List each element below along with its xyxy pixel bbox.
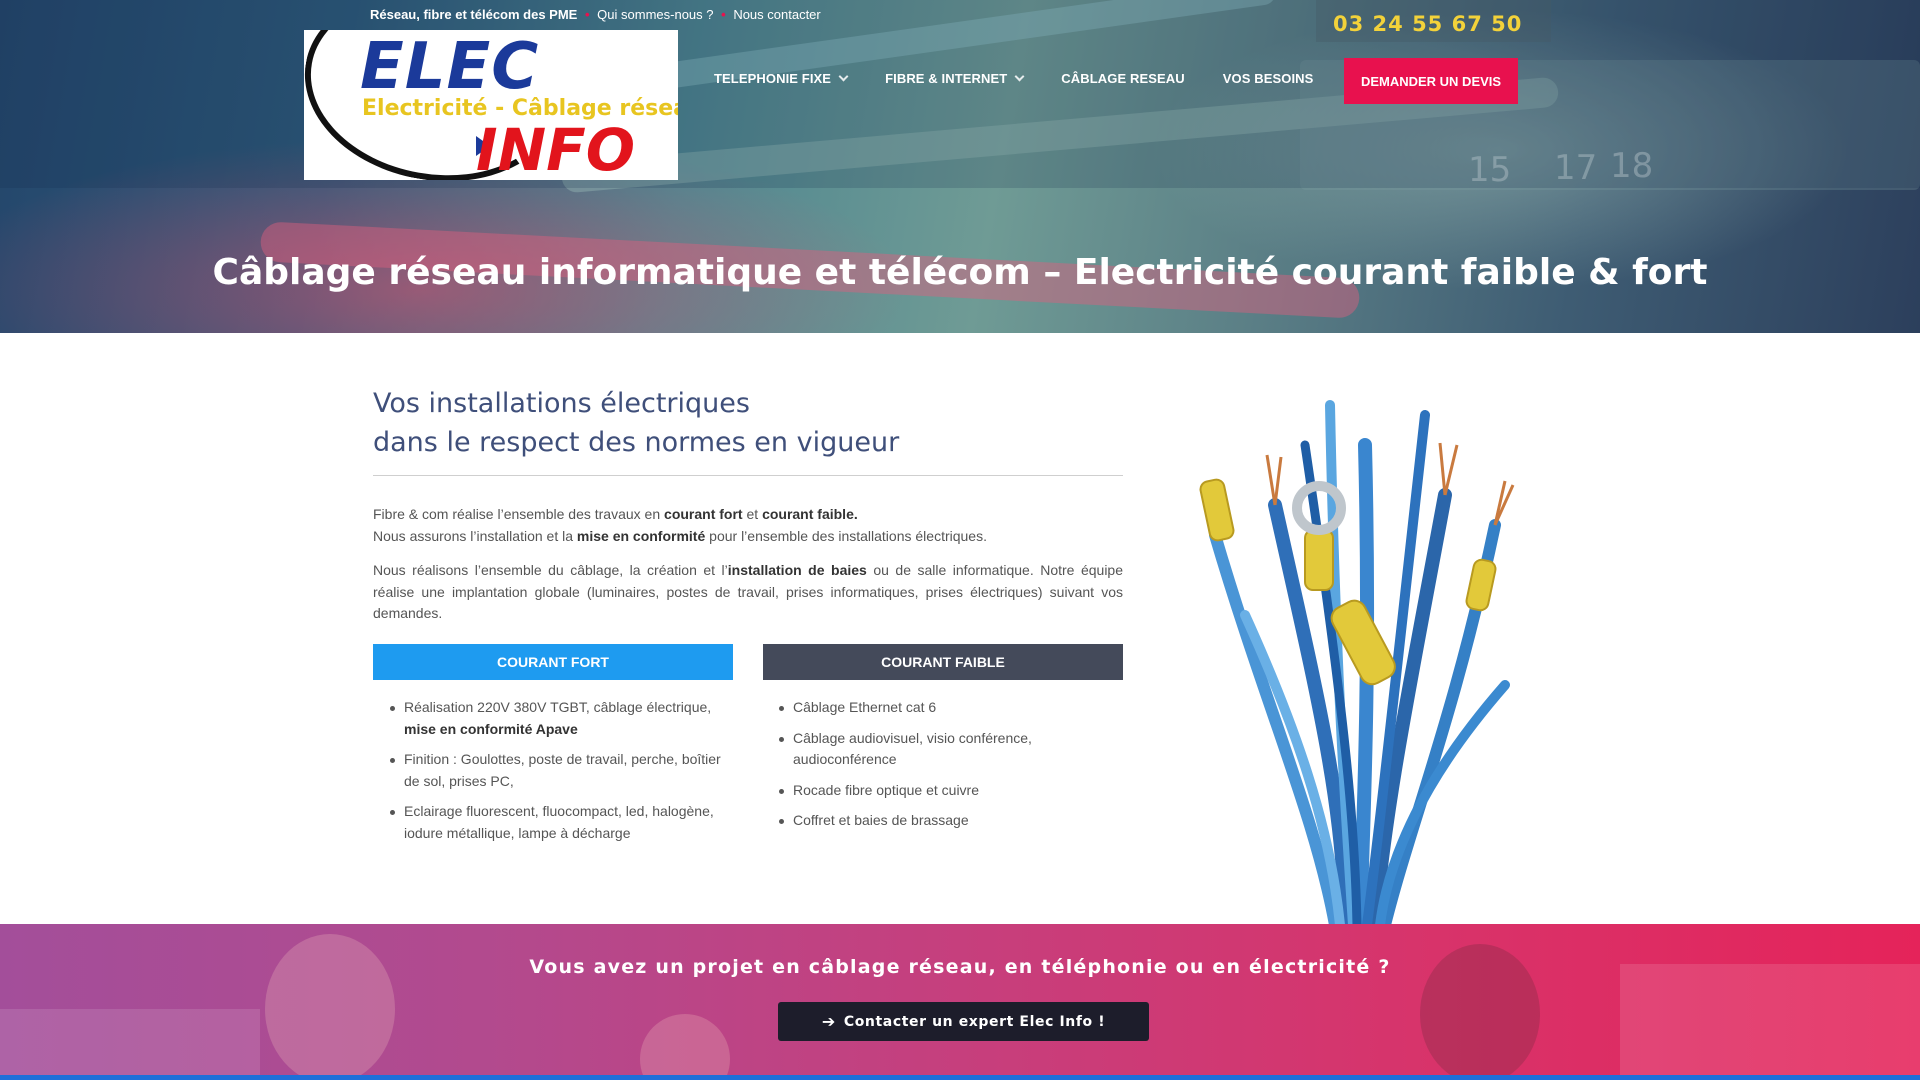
divider <box>373 475 1123 476</box>
intro-paragraph-2: Nous réalisons l’ensemble du câblage, la… <box>373 560 1123 625</box>
courant-faible-heading: COURANT FAIBLE <box>763 644 1123 680</box>
intro-title: Vos installations électriques dans le re… <box>373 384 899 462</box>
nav-item-label: CÂBLAGE RESEAU <box>1061 71 1185 86</box>
site-logo[interactable]: ELEC Electricité - Câblage réseau INFO <box>304 30 678 180</box>
text: Réalisation 220V 380V TGBT, câblage élec… <box>404 699 712 715</box>
logo-word-elec: ELEC <box>360 30 540 104</box>
nav-item-label: VOS BESOINS <box>1222 71 1314 86</box>
request-quote-button[interactable]: DEMANDER UN DEVIS <box>1344 58 1518 104</box>
bold-text: courant faible. <box>762 506 858 522</box>
text: Fibre & com réalise l’ensemble des trava… <box>373 506 665 522</box>
background-screen <box>1620 964 1920 1075</box>
top-bar: Réseau, fibre et télécom des PME • Qui s… <box>370 7 821 22</box>
main-nav: TELEPHONIE FIXE FIBRE & INTERNET CÂBLAGE… <box>714 71 1313 86</box>
text: Nous assurons l’installation et la <box>373 527 577 544</box>
bold-text: courant fort <box>664 506 743 522</box>
separator: • <box>721 7 726 22</box>
tagline: Réseau, fibre et télécom des PME <box>370 7 578 22</box>
header-band <box>0 0 1920 188</box>
list-item: Finition : Goulottes, poste de travail, … <box>390 749 730 792</box>
cta-banner: Vous avez un projet en câblage réseau, e… <box>0 924 1920 1075</box>
contact-expert-button[interactable]: ➔ Contacter un expert Elec Info ! <box>778 1002 1149 1041</box>
nav-item-vos-besoins[interactable]: VOS BESOINS <box>1223 71 1314 86</box>
cable-bundle-image <box>1199 400 1515 925</box>
courant-faible-list: Câblage Ethernet cat 6 Câblage audiovisu… <box>779 697 1119 841</box>
contact-expert-label: Contacter un expert Elec Info ! <box>843 1013 1106 1030</box>
nav-item-label: FIBRE & INTERNET <box>885 71 1008 86</box>
nav-item-label: TELEPHONIE FIXE <box>714 71 832 86</box>
cta-text: Vous avez un projet en câblage réseau, e… <box>529 956 1391 978</box>
text: pour l’ensemble des installations électr… <box>705 527 987 544</box>
list-item: Réalisation 220V 380V TGBT, câblage élec… <box>390 697 730 740</box>
list-item: Rocade fibre optique et cuivre <box>779 780 1119 802</box>
arrow-right-icon: ➔ <box>821 1012 836 1031</box>
separator: • <box>584 7 590 22</box>
phone-number[interactable]: 03 24 55 67 50 <box>1333 12 1522 36</box>
logo-word-info: INFO <box>476 116 636 180</box>
courant-fort-heading: COURANT FORT <box>373 644 733 680</box>
list-item: Coffret et baies de brassage <box>779 810 1119 832</box>
nav-item-fibre-internet[interactable]: FIBRE & INTERNET <box>885 71 1025 86</box>
background-screen <box>0 1009 260 1075</box>
contact-link[interactable]: Nous contacter <box>733 7 820 22</box>
text: Finition : Goulottes, poste de travail, … <box>404 751 721 789</box>
nav-item-cablage-reseau[interactable]: CÂBLAGE RESEAU <box>1061 71 1184 86</box>
about-link[interactable]: Qui sommes-nous ? <box>597 7 713 22</box>
bold-text: mise en conformité <box>576 527 706 544</box>
intro-paragraph-1: Fibre & com réalise l’ensemble des trava… <box>373 504 1123 547</box>
page-title: Câblage réseau informatique et télécom –… <box>212 252 1708 293</box>
text: Eclairage fluorescent, fluocompact, led,… <box>404 803 714 841</box>
nav-item-telephonie-fixe[interactable]: TELEPHONIE FIXE <box>714 71 849 86</box>
text: et <box>742 506 763 522</box>
bottom-strip <box>0 1075 1920 1080</box>
text: Nous réalisons l’ensemble du câblage, la… <box>373 562 728 578</box>
list-item: Câblage Ethernet cat 6 <box>779 697 1119 719</box>
chevron-down-icon <box>1014 71 1025 81</box>
list-item: Eclairage fluorescent, fluocompact, led,… <box>390 801 730 844</box>
courant-fort-list: Réalisation 220V 380V TGBT, câblage élec… <box>390 697 730 853</box>
intro-title-line2: dans le respect des normes en vigueur <box>373 427 900 458</box>
intro-title-line1: Vos installations électriques <box>373 388 750 419</box>
bold-text: mise en conformité Apave <box>404 720 578 737</box>
list-item: Câblage audiovisuel, visio conférence, a… <box>779 728 1119 771</box>
bold-text: installation de baies <box>727 562 867 578</box>
background-person <box>640 1014 730 1075</box>
chevron-down-icon <box>838 71 849 81</box>
